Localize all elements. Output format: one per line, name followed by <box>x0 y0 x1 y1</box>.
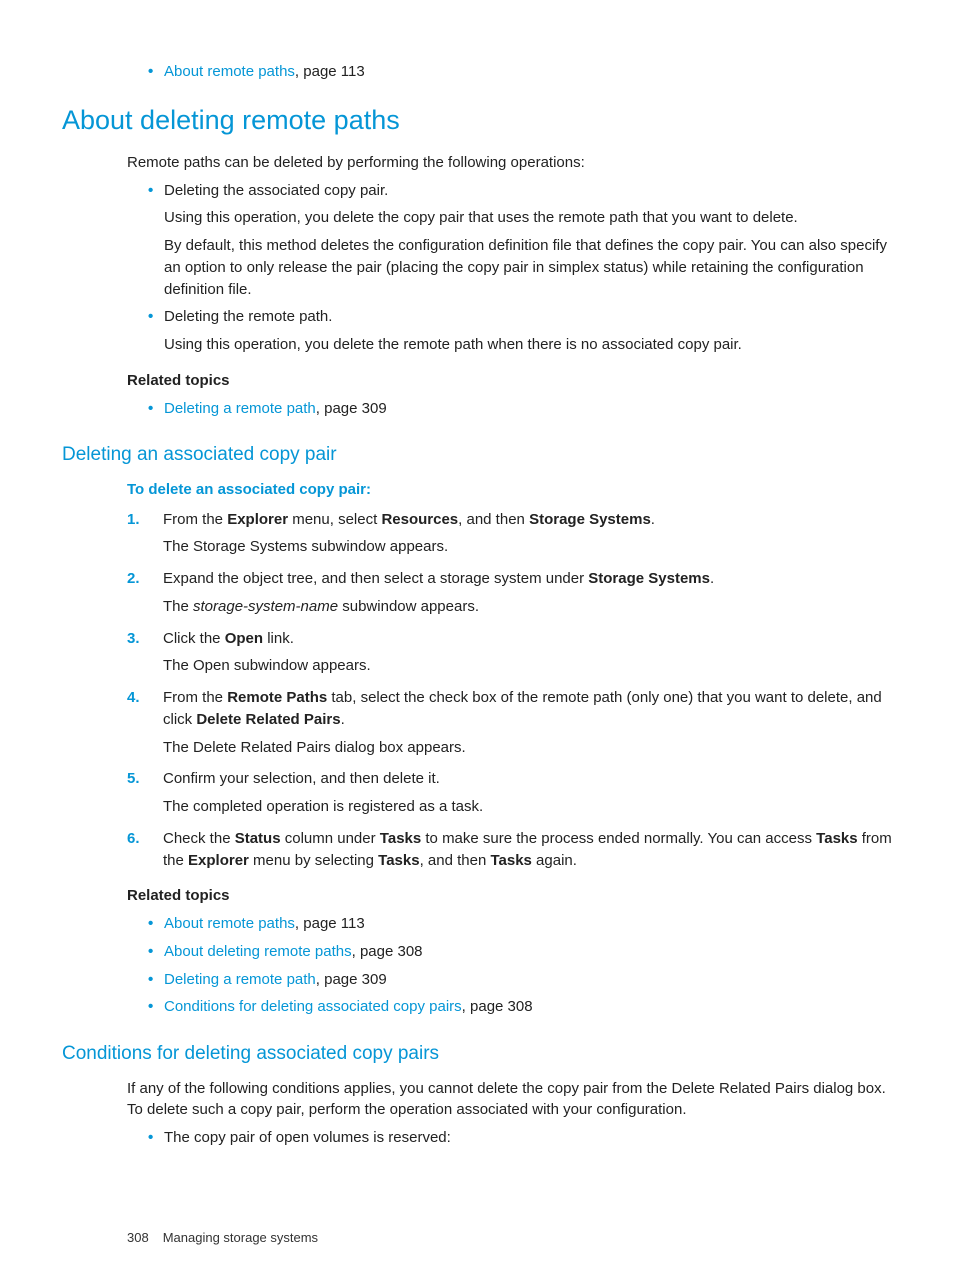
bold-text: Storage Systems <box>588 570 710 587</box>
step-3: Click the Open link. The Open subwindow … <box>127 628 892 678</box>
intro-paragraph: Remote paths can be deleted by performin… <box>127 152 892 174</box>
related-topics-label: Related topics <box>127 370 892 392</box>
text: . <box>710 570 714 587</box>
procedure-label: To delete an associated copy pair: <box>127 479 892 501</box>
conditions-intro: If any of the following conditions appli… <box>127 1078 892 1122</box>
bold-text: Resources <box>381 511 458 528</box>
condition-text: The copy pair of open volumes is reserve… <box>164 1129 451 1146</box>
page-ref: , page 309 <box>316 400 387 417</box>
list-item: The copy pair of open volumes is reserve… <box>148 1127 892 1149</box>
text: Confirm your selection, and then delete … <box>163 770 440 787</box>
operations-list: Deleting the associated copy pair. Using… <box>148 180 892 356</box>
link-about-remote-paths[interactable]: About remote paths <box>164 63 295 80</box>
op-desc: By default, this method deletes the conf… <box>164 235 892 300</box>
list-item: About remote paths, page 113 <box>148 913 892 935</box>
op-title: Deleting the remote path. <box>164 308 332 325</box>
op-desc: Using this operation, you delete the rem… <box>164 334 892 356</box>
step-result: The storage-system-name subwindow appear… <box>163 596 892 618</box>
bold-text: Explorer <box>188 852 249 869</box>
link-about-remote-paths[interactable]: About remote paths <box>164 915 295 932</box>
top-reference-list: About remote paths, page 113 <box>148 61 892 83</box>
text: . <box>651 511 655 528</box>
page-ref: , page 113 <box>295 63 365 80</box>
text: From the <box>163 511 227 528</box>
related-topics-list: About remote paths, page 113 About delet… <box>148 913 892 1018</box>
heading-about-deleting-remote-paths: About deleting remote paths <box>62 101 892 140</box>
text: , and then <box>420 852 491 869</box>
heading-conditions-deleting-copy-pairs: Conditions for deleting associated copy … <box>62 1040 892 1068</box>
bold-text: Explorer <box>227 511 288 528</box>
text: . <box>341 711 345 728</box>
footer-title: Managing storage systems <box>163 1230 318 1245</box>
step-4: From the Remote Paths tab, select the ch… <box>127 687 892 758</box>
page-number: 308 <box>127 1230 149 1245</box>
bold-text: Status <box>235 830 281 847</box>
text: , and then <box>458 511 529 528</box>
page-ref: , page 308 <box>462 998 533 1015</box>
text: link. <box>263 630 294 647</box>
related-topics-label: Related topics <box>127 885 892 907</box>
list-item: About remote paths, page 113 <box>148 61 892 83</box>
bold-text: Tasks <box>380 830 421 847</box>
text: column under <box>281 830 380 847</box>
step-result: The Storage Systems subwindow appears. <box>163 536 892 558</box>
link-conditions-deleting-copy-pairs[interactable]: Conditions for deleting associated copy … <box>164 998 462 1015</box>
page-footer: 308 Managing storage systems <box>127 1229 892 1248</box>
link-about-deleting-remote-paths[interactable]: About deleting remote paths <box>164 943 352 960</box>
link-deleting-remote-path[interactable]: Deleting a remote path <box>164 971 316 988</box>
step-5: Confirm your selection, and then delete … <box>127 768 892 818</box>
bold-text: Delete Related Pairs <box>196 711 340 728</box>
heading-deleting-associated-copy-pair: Deleting an associated copy pair <box>62 441 892 469</box>
step-2: Expand the object tree, and then select … <box>127 568 892 618</box>
text: subwindow appears. <box>338 598 479 615</box>
bold-text: Storage Systems <box>529 511 651 528</box>
text: menu by selecting <box>249 852 378 869</box>
step-result: The Delete Related Pairs dialog box appe… <box>163 737 892 759</box>
op-desc: Using this operation, you delete the cop… <box>164 207 892 229</box>
list-item: Conditions for deleting associated copy … <box>148 996 892 1018</box>
link-deleting-remote-path[interactable]: Deleting a remote path <box>164 400 316 417</box>
page-ref: , page 113 <box>295 915 365 932</box>
page-ref: , page 309 <box>316 971 387 988</box>
bold-text: Tasks <box>378 852 419 869</box>
step-6: Check the Status column under Tasks to m… <box>127 828 892 872</box>
text: From the <box>163 689 227 706</box>
step-result: The Open subwindow appears. <box>163 655 892 677</box>
procedure-steps: From the Explorer menu, select Resources… <box>127 509 892 872</box>
step-1: From the Explorer menu, select Resources… <box>127 509 892 559</box>
text: to make sure the process ended normally.… <box>421 830 816 847</box>
bold-text: Open <box>225 630 263 647</box>
bold-text: Remote Paths <box>227 689 327 706</box>
related-topics-list: Deleting a remote path, page 309 <box>148 398 892 420</box>
text: Expand the object tree, and then select … <box>163 570 588 587</box>
list-item: About deleting remote paths, page 308 <box>148 941 892 963</box>
list-item: Deleting the associated copy pair. Using… <box>148 180 892 301</box>
list-item: Deleting a remote path, page 309 <box>148 398 892 420</box>
text: Click the <box>163 630 225 647</box>
list-item: Deleting a remote path, page 309 <box>148 969 892 991</box>
step-result: The completed operation is registered as… <box>163 796 892 818</box>
conditions-list: The copy pair of open volumes is reserve… <box>148 1127 892 1149</box>
page-ref: , page 308 <box>352 943 423 960</box>
text: menu, select <box>288 511 381 528</box>
text: The <box>163 598 193 615</box>
list-item: Deleting the remote path. Using this ope… <box>148 306 892 356</box>
op-title: Deleting the associated copy pair. <box>164 182 388 199</box>
text: again. <box>532 852 577 869</box>
text: Check the <box>163 830 235 847</box>
bold-text: Tasks <box>490 852 531 869</box>
italic-text: storage-system-name <box>193 598 338 615</box>
bold-text: Tasks <box>816 830 857 847</box>
